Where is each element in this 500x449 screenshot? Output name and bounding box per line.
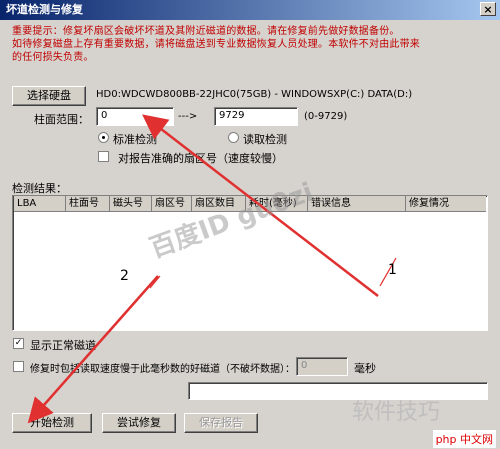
arrow-two [27, 275, 159, 424]
site-badge: php 中文网 [432, 430, 496, 448]
annotation-label-1: 1 [388, 262, 397, 278]
annotation-label-2: 2 [120, 268, 129, 284]
brand-watermark: 软件技巧 [352, 400, 441, 425]
